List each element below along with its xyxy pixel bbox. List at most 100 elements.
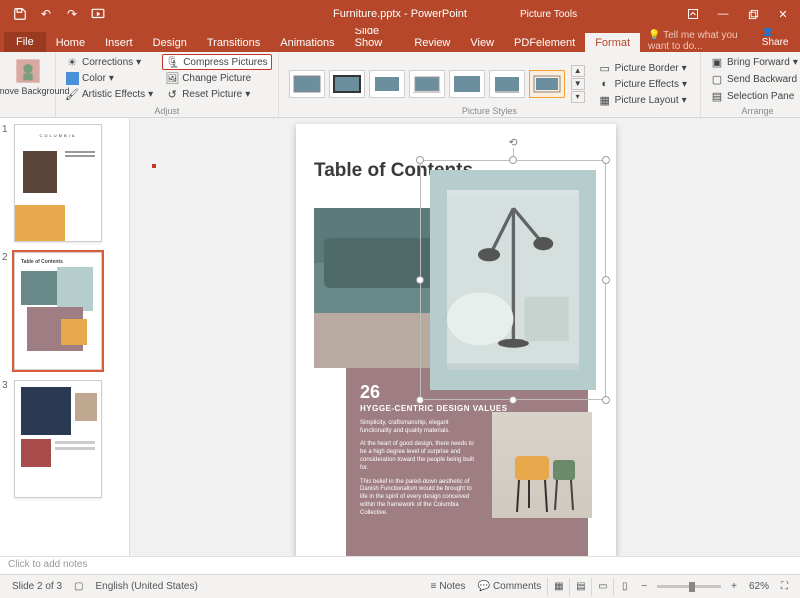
share-label: Share [762, 37, 789, 48]
slide-thumbnails-panel: 1 COLUMBIA 2 Table of Contents 3 [0, 118, 130, 556]
adjust-group: ☀Corrections ▾ Color ▾ 🖌Artistic Effects… [56, 52, 279, 117]
tab-format[interactable]: Format [585, 33, 640, 52]
effects-label: Picture Effects [615, 79, 679, 90]
spell-check-icon[interactable]: ▢ [68, 581, 89, 592]
picture-effects-button[interactable]: ◐Picture Effects ▾ [595, 76, 690, 92]
normal-view-icon[interactable]: ▦ [547, 578, 569, 596]
slide-thumbnail-1[interactable]: 1 COLUMBIA [4, 124, 119, 242]
remove-background-button[interactable]: Remove Background [6, 54, 49, 98]
corrections-label: Corrections [82, 57, 133, 68]
marker-icon [152, 164, 156, 168]
gallery-more-icon[interactable]: ▾ [571, 91, 585, 103]
effects-icon: ◐ [598, 77, 612, 91]
style-thumb[interactable] [449, 70, 485, 98]
color-label: Color [82, 73, 106, 84]
notes-pane[interactable]: Click to add notes [0, 556, 800, 574]
tab-transitions[interactable]: Transitions [197, 33, 270, 52]
resize-handle[interactable] [416, 396, 424, 404]
notes-placeholder: Click to add notes [8, 559, 88, 570]
resize-handle[interactable] [509, 156, 517, 164]
slideshow-view-icon[interactable]: ▯ [613, 578, 635, 596]
resize-handle[interactable] [602, 156, 610, 164]
corrections-button[interactable]: ☀Corrections ▾ [62, 54, 156, 70]
minimize-icon[interactable]: — [710, 3, 736, 25]
notes-button[interactable]: ≡ Notes [425, 581, 472, 592]
reset-icon: ↺ [165, 87, 179, 101]
quick-access-toolbar: ↶ ↷ [0, 3, 110, 25]
selection-pane-icon: ▤ [710, 89, 724, 103]
restore-icon[interactable] [740, 3, 766, 25]
workspace: 1 COLUMBIA 2 Table of Contents 3 [0, 118, 800, 556]
slide-canvas[interactable]: Table of Contents 26 HYGGE-CENTRIC DESIG… [130, 118, 800, 556]
tab-home[interactable]: Home [46, 33, 95, 52]
send-backward-icon: ▢ [710, 72, 724, 86]
style-thumb[interactable] [489, 70, 525, 98]
ribbon-options-icon[interactable] [680, 3, 706, 25]
gallery-scroll-down-icon[interactable]: ▼ [571, 78, 585, 90]
bring-forward-button[interactable]: ▣Bring Forward ▾ [707, 54, 800, 70]
selection-pane-button[interactable]: ▤Selection Pane [707, 88, 800, 104]
color-button[interactable]: Color ▾ [62, 70, 156, 86]
remove-background-group: Remove Background [0, 52, 56, 117]
save-icon[interactable] [8, 3, 32, 25]
slide-indicator[interactable]: Slide 2 of 3 [6, 581, 68, 592]
resize-handle[interactable] [416, 276, 424, 284]
zoom-slider[interactable] [657, 585, 721, 588]
style-thumb[interactable] [369, 70, 405, 98]
bring-forward-icon: ▣ [710, 55, 724, 69]
style-thumb-selected[interactable] [529, 70, 565, 98]
window-title: Furniture.pptx - PowerPoint [333, 8, 467, 20]
layout-label: Picture Layout [615, 95, 679, 106]
comments-button[interactable]: 💬 Comments [471, 581, 547, 592]
thumb-number: 2 [2, 252, 8, 263]
ribbon-tabs: File Home Insert Design Transitions Anim… [0, 28, 800, 52]
zoom-level[interactable]: 62% [743, 581, 775, 592]
tab-file[interactable]: File [4, 32, 46, 52]
artistic-effects-button[interactable]: 🖌Artistic Effects ▾ [62, 86, 156, 102]
sorter-view-icon[interactable]: ▤ [569, 578, 591, 596]
picture-border-button[interactable]: ▭Picture Border ▾ [595, 60, 690, 76]
tab-pdfelement[interactable]: PDFelement [504, 33, 585, 52]
slide-thumbnail-2[interactable]: 2 Table of Contents [4, 252, 119, 370]
tell-me[interactable]: 💡 Tell me what you want to do... [640, 30, 754, 52]
language-indicator[interactable]: English (United States) [90, 581, 204, 592]
resize-handle[interactable] [602, 396, 610, 404]
redo-icon[interactable]: ↷ [60, 3, 84, 25]
slide-thumbnail-3[interactable]: 3 [4, 380, 119, 498]
compress-label: Compress Pictures [183, 57, 267, 68]
compress-pictures-button[interactable]: 🗜Compress Pictures [162, 54, 271, 70]
fit-to-window-icon[interactable]: ⛶ [775, 581, 794, 592]
corrections-icon: ☀ [65, 55, 79, 69]
change-label: Change Picture [182, 73, 251, 84]
lamp-room-image[interactable] [430, 170, 596, 390]
tab-animations[interactable]: Animations [270, 33, 344, 52]
change-picture-button[interactable]: 🖼Change Picture [162, 70, 271, 86]
selected-picture[interactable]: ⟲ [420, 160, 606, 400]
arrange-group-label: Arrange [701, 106, 800, 116]
resize-handle[interactable] [509, 396, 517, 404]
chair-image[interactable] [492, 412, 592, 518]
border-label: Picture Border [615, 63, 679, 74]
tab-insert[interactable]: Insert [95, 33, 143, 52]
status-bar: Slide 2 of 3 ▢ English (United States) ≡… [0, 574, 800, 598]
reading-view-icon[interactable]: ▭ [591, 578, 613, 596]
picture-styles-gallery[interactable]: ▲ ▼ ▾ ▭Picture Border ▾ ◐Picture Effects… [285, 54, 694, 114]
tab-review[interactable]: Review [404, 33, 460, 52]
gallery-scroll-up-icon[interactable]: ▲ [571, 65, 585, 77]
zoom-slider-thumb[interactable] [689, 582, 695, 592]
close-icon[interactable]: ✕ [770, 3, 796, 25]
tab-view[interactable]: View [460, 33, 504, 52]
resize-handle[interactable] [416, 156, 424, 164]
undo-icon[interactable]: ↶ [34, 3, 58, 25]
style-thumb[interactable] [409, 70, 445, 98]
zoom-in-button[interactable]: + [725, 581, 743, 592]
picture-styles-group: ▲ ▼ ▾ ▭Picture Border ▾ ◐Picture Effects… [279, 52, 701, 117]
resize-handle[interactable] [602, 276, 610, 284]
zoom-out-button[interactable]: − [635, 581, 653, 592]
reset-picture-button[interactable]: ↺Reset Picture ▾ [162, 86, 271, 102]
tab-design[interactable]: Design [143, 33, 197, 52]
style-thumb[interactable] [289, 70, 325, 98]
send-backward-button[interactable]: ▢Send Backward ▾ [707, 71, 800, 87]
style-thumb[interactable] [329, 70, 365, 98]
start-from-beginning-icon[interactable] [86, 3, 110, 25]
